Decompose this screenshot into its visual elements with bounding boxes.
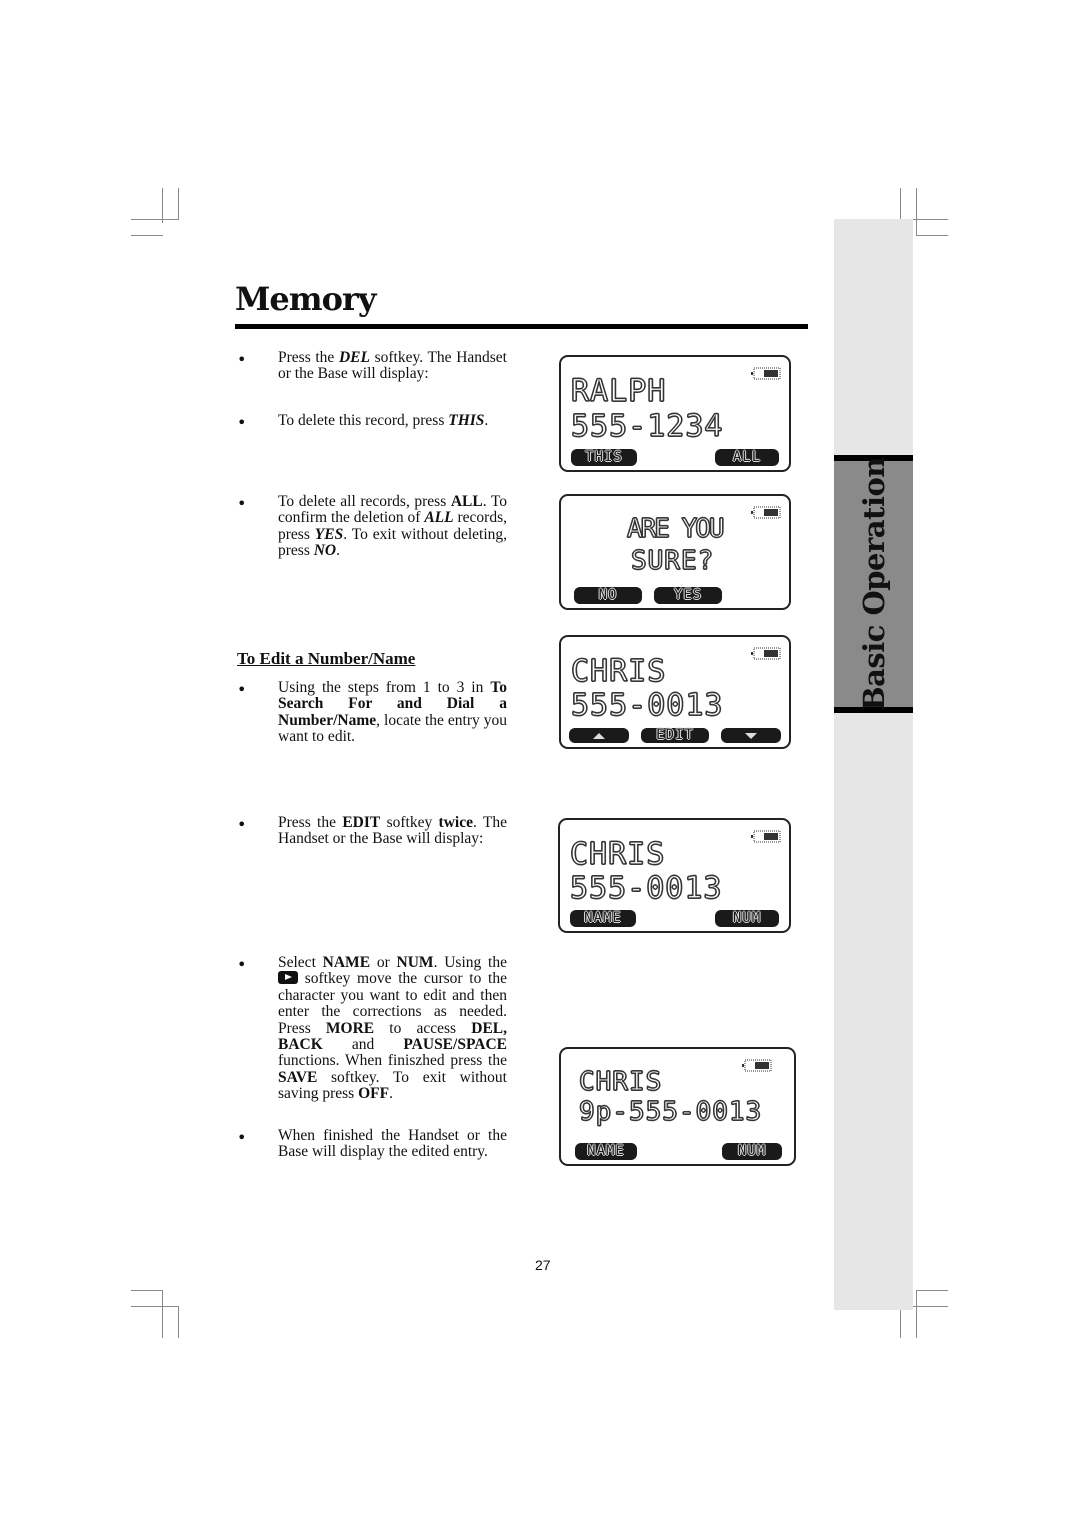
softkey-up[interactable] <box>569 728 629 743</box>
bold-term: twice <box>438 814 473 831</box>
lcd-line-2: 555-1234 <box>570 409 724 444</box>
step-press-del: Press the DEL softkey. The Handset or th… <box>278 349 507 383</box>
bullet-icon: • <box>237 955 247 974</box>
crop-mark <box>900 1306 901 1338</box>
bullet-icon: • <box>237 350 247 369</box>
play-softkey-icon <box>278 971 298 985</box>
lcd-display-chris-name-num: CHRIS 555-0013 NAME NUM <box>558 818 791 933</box>
page-number: 27 <box>535 1257 551 1273</box>
up-arrow-icon <box>593 733 605 739</box>
crop-mark <box>916 188 917 236</box>
lcd-display-are-you-sure: ARE YOU SURE? NO YES <box>559 494 791 610</box>
battery-icon <box>751 647 781 660</box>
text-run: Select <box>278 954 323 971</box>
crop-mark <box>916 1290 917 1338</box>
step-press-edit-twice: Press the EDIT softkey twice. The Handse… <box>278 814 507 848</box>
lcd-line-2: 555-0013 <box>569 871 723 906</box>
step-finished: When finished the Handset or the Base wi… <box>278 1127 507 1161</box>
crop-mark <box>131 219 179 220</box>
crop-mark <box>162 1290 163 1338</box>
bullet-icon: • <box>237 815 247 834</box>
battery-icon <box>751 830 781 843</box>
text-run: . Using the <box>433 954 507 971</box>
section-heading: To Edit a Number/Name <box>237 649 416 668</box>
lcd-line-1: RALPH <box>570 374 667 409</box>
softkey-down[interactable] <box>721 728 781 743</box>
lcd-line-1: ARE YOU <box>626 513 725 544</box>
lcd-display-ralph: RALPH 555-1234 THIS ALL <box>559 355 791 472</box>
text-run: . <box>484 412 489 429</box>
step-delete-all: To delete all records, press ALL. To con… <box>278 493 507 560</box>
softkey-name[interactable]: NAME <box>570 910 636 927</box>
bullet-icon: • <box>237 1128 247 1147</box>
page-title: Memory <box>235 280 376 318</box>
lcd-line-1: CHRIS <box>578 1066 663 1097</box>
text-run: . <box>389 1085 393 1103</box>
text-run: To delete this record, press <box>278 412 449 429</box>
softkey-this[interactable]: THIS <box>571 449 637 466</box>
bold-term: NUM <box>396 954 434 971</box>
bold-italic-term: NO <box>313 542 337 560</box>
battery-icon <box>751 367 781 380</box>
bullet-icon: • <box>237 680 247 699</box>
section-tab-label: Basic Operation <box>856 457 891 711</box>
crop-mark <box>131 235 163 236</box>
bold-italic-term: DEL <box>338 349 370 366</box>
bold-term: SAVE <box>278 1068 318 1086</box>
battery-icon <box>742 1059 772 1072</box>
down-arrow-icon <box>745 733 757 739</box>
softkey-num[interactable]: NUM <box>722 1143 782 1160</box>
text-run: When finished the Handset or the Base wi… <box>278 1127 507 1161</box>
step-locate-entry: Using the steps from 1 to 3 in To Search… <box>278 679 507 746</box>
softkey-all[interactable]: ALL <box>715 449 779 466</box>
lcd-line-2: 555-0013 <box>570 688 724 723</box>
crop-mark <box>178 188 179 219</box>
bold-term: NAME <box>322 954 371 971</box>
text-run: Press the <box>278 349 339 366</box>
crop-mark <box>131 1290 163 1291</box>
text-run: and <box>322 1036 404 1054</box>
bold-term: MORE <box>325 1019 375 1037</box>
lcd-display-chris-edited: CHRIS 9p-555-0013 NAME NUM <box>559 1047 796 1166</box>
section-tab: Basic Operation <box>834 455 913 713</box>
softkey-yes[interactable]: YES <box>654 587 722 604</box>
softkey-edit[interactable]: EDIT <box>641 728 709 743</box>
crop-mark <box>131 1306 179 1307</box>
bullet-icon: • <box>237 494 247 513</box>
text-run: softkey <box>380 814 439 831</box>
text-run: to access <box>374 1019 472 1037</box>
text-run: Press the <box>278 814 343 831</box>
bold-italic-term: ALL <box>424 509 454 527</box>
bold-term: OFF <box>358 1085 390 1103</box>
lcd-line-1: CHRIS <box>569 837 666 872</box>
crop-mark <box>178 1306 179 1338</box>
lcd-line-2: 9p-555-0013 <box>578 1096 763 1127</box>
step-delete-this: To delete this record, press THIS. <box>278 412 507 429</box>
text-run: To delete all records, press <box>278 493 451 510</box>
bullet-icon: • <box>237 413 247 432</box>
step-select-name-num: Select NAME or NUM. Using the softkey mo… <box>278 954 507 1103</box>
softkey-name[interactable]: NAME <box>575 1143 637 1160</box>
crop-mark <box>916 1290 948 1291</box>
bold-term: EDIT <box>342 814 381 831</box>
crop-mark <box>162 188 163 223</box>
lcd-line-2: SURE? <box>630 545 715 576</box>
lcd-line-1: CHRIS <box>570 654 667 689</box>
bold-term: ALL <box>450 493 483 510</box>
bold-italic-term: THIS <box>448 412 485 429</box>
text-run: or <box>370 954 397 971</box>
crop-mark <box>900 188 901 220</box>
title-rule <box>235 324 808 329</box>
crop-mark <box>916 235 948 236</box>
softkey-no[interactable]: NO <box>574 587 642 604</box>
text-run: Using the steps from 1 to 3 in <box>278 679 491 696</box>
bold-italic-term: YES <box>314 525 344 543</box>
side-band <box>834 219 913 1310</box>
battery-icon <box>751 506 781 519</box>
softkey-num[interactable]: NUM <box>715 910 779 927</box>
text-run: functions. When finiszhed press the <box>278 1052 507 1070</box>
bold-term: PAUSE/SPACE <box>403 1036 507 1054</box>
lcd-display-chris-edit: CHRIS 555-0013 EDIT <box>559 635 791 749</box>
text-run: . <box>336 542 340 560</box>
